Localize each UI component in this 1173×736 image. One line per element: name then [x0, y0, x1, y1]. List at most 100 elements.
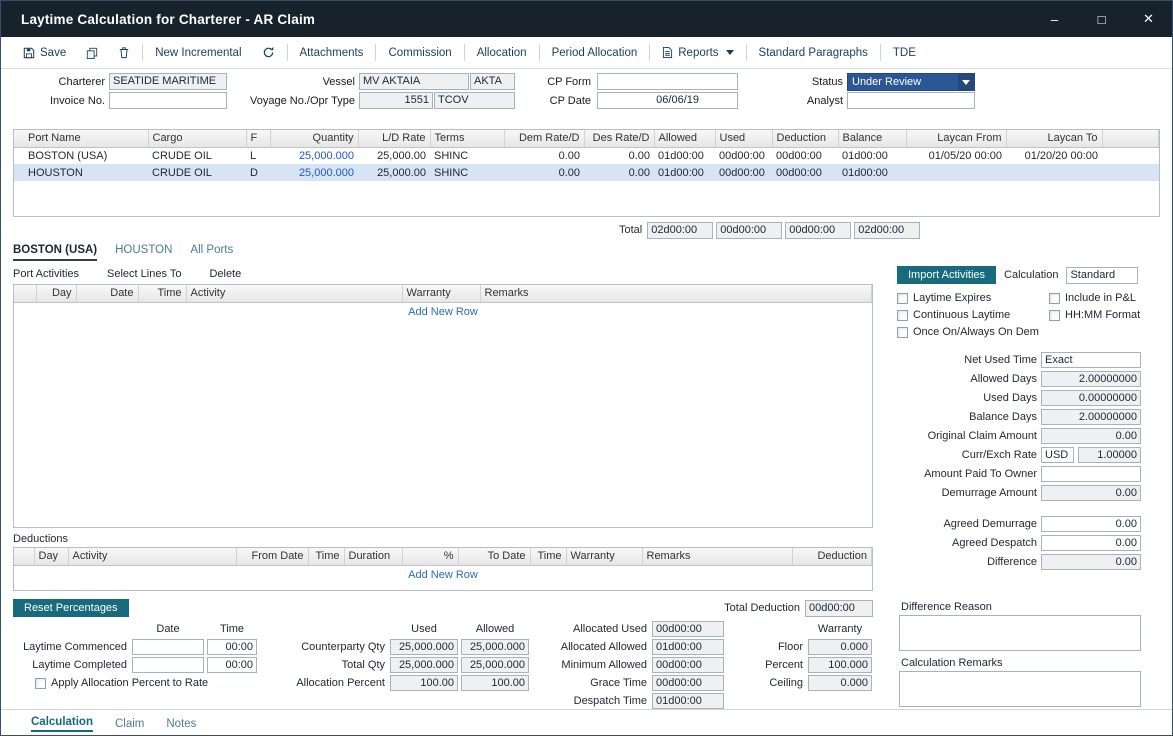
col-header[interactable]: Remarks	[642, 548, 792, 565]
amount-paid-field[interactable]	[1041, 466, 1141, 482]
col-header[interactable]: Deduction	[772, 130, 838, 147]
col-header[interactable]: Quantity	[270, 130, 358, 147]
col-header[interactable]: L/D Rate	[358, 130, 430, 147]
grid-cell[interactable]: SHINC	[430, 164, 504, 181]
allocation-button[interactable]: Allocation	[467, 42, 537, 64]
grid-cell[interactable]: 00d00:00	[715, 147, 772, 164]
refresh-button[interactable]	[252, 42, 285, 64]
col-header[interactable]: Dem Rate/D	[504, 130, 584, 147]
col-header[interactable]: To Date	[458, 548, 530, 565]
once-on-dem-checkbox[interactable]	[897, 327, 908, 338]
minimize-button[interactable]: –	[1031, 1, 1078, 37]
reports-button[interactable]: Reports	[652, 42, 743, 64]
new-incremental-button[interactable]: New Incremental	[145, 42, 251, 64]
grid-cell[interactable]: 01d00:00	[838, 164, 906, 181]
hhmm-format-checkbox[interactable]	[1049, 310, 1060, 321]
col-header[interactable]: Port Name	[14, 130, 148, 147]
col-header[interactable]: Time	[138, 285, 186, 302]
delete-button[interactable]	[108, 42, 140, 64]
col-header[interactable]: Warranty	[402, 285, 480, 302]
import-activities-button[interactable]: Import Activities	[897, 266, 996, 284]
tab-all-ports[interactable]: All Ports	[190, 244, 233, 259]
laytime-completed-date-field[interactable]	[132, 657, 204, 673]
col-header[interactable]: Date	[76, 285, 138, 302]
grid-cell[interactable]: 01d00:00	[654, 147, 715, 164]
grid-cell[interactable]	[1006, 164, 1102, 181]
maximize-button[interactable]: □	[1078, 1, 1125, 37]
col-header[interactable]: Allowed	[654, 130, 715, 147]
grid-cell[interactable]: CRUDE OIL	[148, 164, 246, 181]
laytime-completed-time-field[interactable]: 00:00	[207, 657, 257, 673]
close-button[interactable]: ✕	[1125, 1, 1172, 37]
add-new-row-link[interactable]: Add New Row	[14, 566, 872, 584]
grid-cell[interactable]: 01/05/20 00:00	[906, 147, 1006, 164]
col-header[interactable]: F	[246, 130, 270, 147]
grid-cell[interactable]: 0.00	[584, 164, 654, 181]
col-header[interactable]: Des Rate/D	[584, 130, 654, 147]
grid-cell[interactable]: 0.00	[504, 147, 584, 164]
include-pl-checkbox[interactable]	[1049, 293, 1060, 304]
col-header[interactable]: Duration	[344, 548, 402, 565]
period-allocation-button[interactable]: Period Allocation	[542, 42, 648, 64]
grid-cell[interactable]: CRUDE OIL	[148, 147, 246, 164]
agreed-demurrage-field[interactable]: 0.00	[1041, 516, 1141, 532]
laytime-commenced-date-field[interactable]	[132, 639, 204, 655]
status-dropdown-button[interactable]	[958, 74, 974, 90]
grid-cell[interactable]: 00d00:00	[772, 164, 838, 181]
grid-cell[interactable]	[906, 164, 1006, 181]
tab-calculation[interactable]: Calculation	[31, 716, 93, 732]
invoice-no-field[interactable]	[109, 92, 227, 109]
reset-percentages-button[interactable]: Reset Percentages	[13, 599, 129, 617]
col-header[interactable]: Activity	[68, 548, 236, 565]
col-header[interactable]: Balance	[838, 130, 906, 147]
save-button[interactable]: Save	[13, 42, 76, 64]
grid-cell[interactable]: 25,000.00	[358, 147, 430, 164]
col-header[interactable]: Laycan To	[1006, 130, 1102, 147]
apply-allocation-checkbox[interactable]	[35, 678, 46, 689]
col-header[interactable]: Time	[530, 548, 566, 565]
col-header[interactable]: Time	[308, 548, 344, 565]
grid-cell[interactable]: 00d00:00	[772, 147, 838, 164]
net-used-time-field[interactable]: Exact	[1041, 352, 1141, 368]
grid-cell[interactable]: 0.00	[584, 147, 654, 164]
analyst-field[interactable]	[847, 92, 975, 109]
cp-form-field[interactable]	[597, 73, 738, 90]
attachments-button[interactable]: Attachments	[290, 42, 374, 64]
grid-cell[interactable]: D	[246, 164, 270, 181]
col-header[interactable]: Remarks	[480, 285, 872, 302]
laytime-expires-checkbox[interactable]	[897, 293, 908, 304]
col-header[interactable]: Cargo	[148, 130, 246, 147]
col-header[interactable]: Terms	[430, 130, 504, 147]
table-row[interactable]: BOSTON (USA) CRUDE OIL L 25,000.000 25,0…	[14, 147, 1159, 164]
add-new-row-link[interactable]: Add New Row	[14, 303, 872, 321]
grid-cell[interactable]: SHINC	[430, 147, 504, 164]
grid-cell[interactable]: 01d00:00	[838, 147, 906, 164]
standard-paragraphs-button[interactable]: Standard Paragraphs	[749, 42, 878, 64]
status-select[interactable]: Under Review	[847, 73, 975, 91]
continuous-laytime-checkbox[interactable]	[897, 310, 908, 321]
laytime-commenced-time-field[interactable]: 00:00	[207, 639, 257, 655]
col-header[interactable]: Deduction	[792, 548, 872, 565]
tde-button[interactable]: TDE	[883, 42, 926, 64]
grid-cell[interactable]: HOUSTON	[14, 164, 148, 181]
cp-date-field[interactable]: 06/06/19	[597, 92, 738, 109]
agreed-despatch-field[interactable]: 0.00	[1041, 535, 1141, 551]
col-header[interactable]: %	[402, 548, 458, 565]
grid-cell[interactable]: 01/20/20 00:00	[1006, 147, 1102, 164]
copy-button[interactable]	[76, 42, 108, 64]
grid-cell[interactable]: L	[246, 147, 270, 164]
delete-link[interactable]: Delete	[209, 268, 241, 280]
tab-claim[interactable]: Claim	[115, 718, 144, 732]
tab-boston[interactable]: BOSTON (USA)	[13, 244, 97, 261]
col-header[interactable]: Used	[715, 130, 772, 147]
grid-cell[interactable]: 01d00:00	[654, 164, 715, 181]
tab-houston[interactable]: HOUSTON	[115, 244, 172, 259]
col-header[interactable]: Day	[36, 285, 76, 302]
calculation-field[interactable]: Standard	[1066, 267, 1138, 284]
col-header[interactable]: Warranty	[566, 548, 642, 565]
col-header[interactable]: From Date	[236, 548, 308, 565]
grid-cell[interactable]: 25,000.00	[358, 164, 430, 181]
col-header[interactable]: Day	[34, 548, 68, 565]
quantity-link[interactable]: 25,000.000	[299, 167, 354, 179]
col-header[interactable]: Activity	[186, 285, 402, 302]
